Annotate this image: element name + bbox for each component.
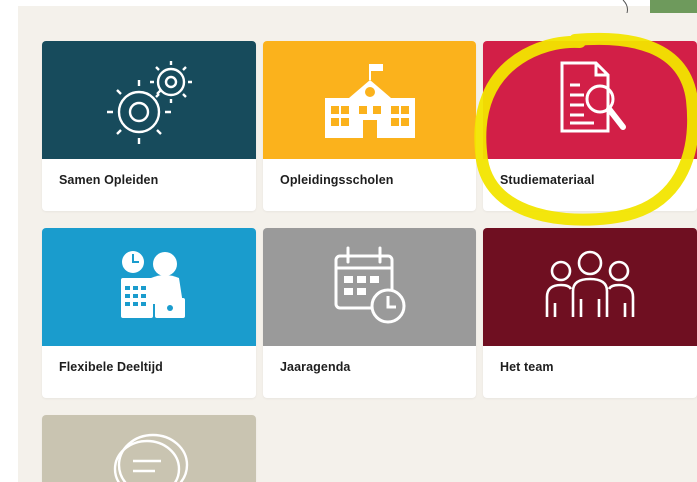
tile-samen-opleiden[interactable]: Samen Opleiden [42, 41, 256, 211]
calendar-clock-icon [334, 246, 405, 324]
tile-label: Flexibele Deeltijd [59, 360, 163, 374]
chat-bubbles-icon [113, 433, 189, 482]
tile-label: Studiemateriaal [500, 173, 595, 187]
tile-image [42, 228, 256, 346]
tile-image [42, 41, 256, 159]
gears-icon [107, 61, 192, 144]
tile-label: Het team [500, 360, 554, 374]
tile-opleidingsscholen[interactable]: Opleidingsscholen [263, 41, 476, 211]
tile-label: Opleidingsscholen [280, 173, 394, 187]
tile-image [263, 41, 476, 159]
tile-het-team[interactable]: Het team [483, 228, 697, 398]
tile-jaaragenda[interactable]: Jaaragenda [263, 228, 476, 398]
team-people-icon [545, 250, 635, 317]
school-building-icon [324, 64, 415, 138]
document-search-icon [560, 61, 626, 133]
tile-label: Samen Opleiden [59, 173, 159, 187]
tile-partial[interactable] [42, 415, 256, 482]
tile-label: Jaaragenda [280, 360, 351, 374]
corner-accent [650, 0, 697, 13]
tile-image [483, 228, 697, 346]
tile-image [42, 415, 256, 482]
corner-decoration [622, 0, 628, 13]
teacher-calendar-icon [121, 251, 185, 318]
tile-image [483, 41, 697, 159]
tile-image [263, 228, 476, 346]
tile-flexibele-deeltijd[interactable]: Flexibele Deeltijd [42, 228, 256, 398]
tile-studiemateriaal[interactable]: Studiemateriaal [483, 41, 697, 211]
